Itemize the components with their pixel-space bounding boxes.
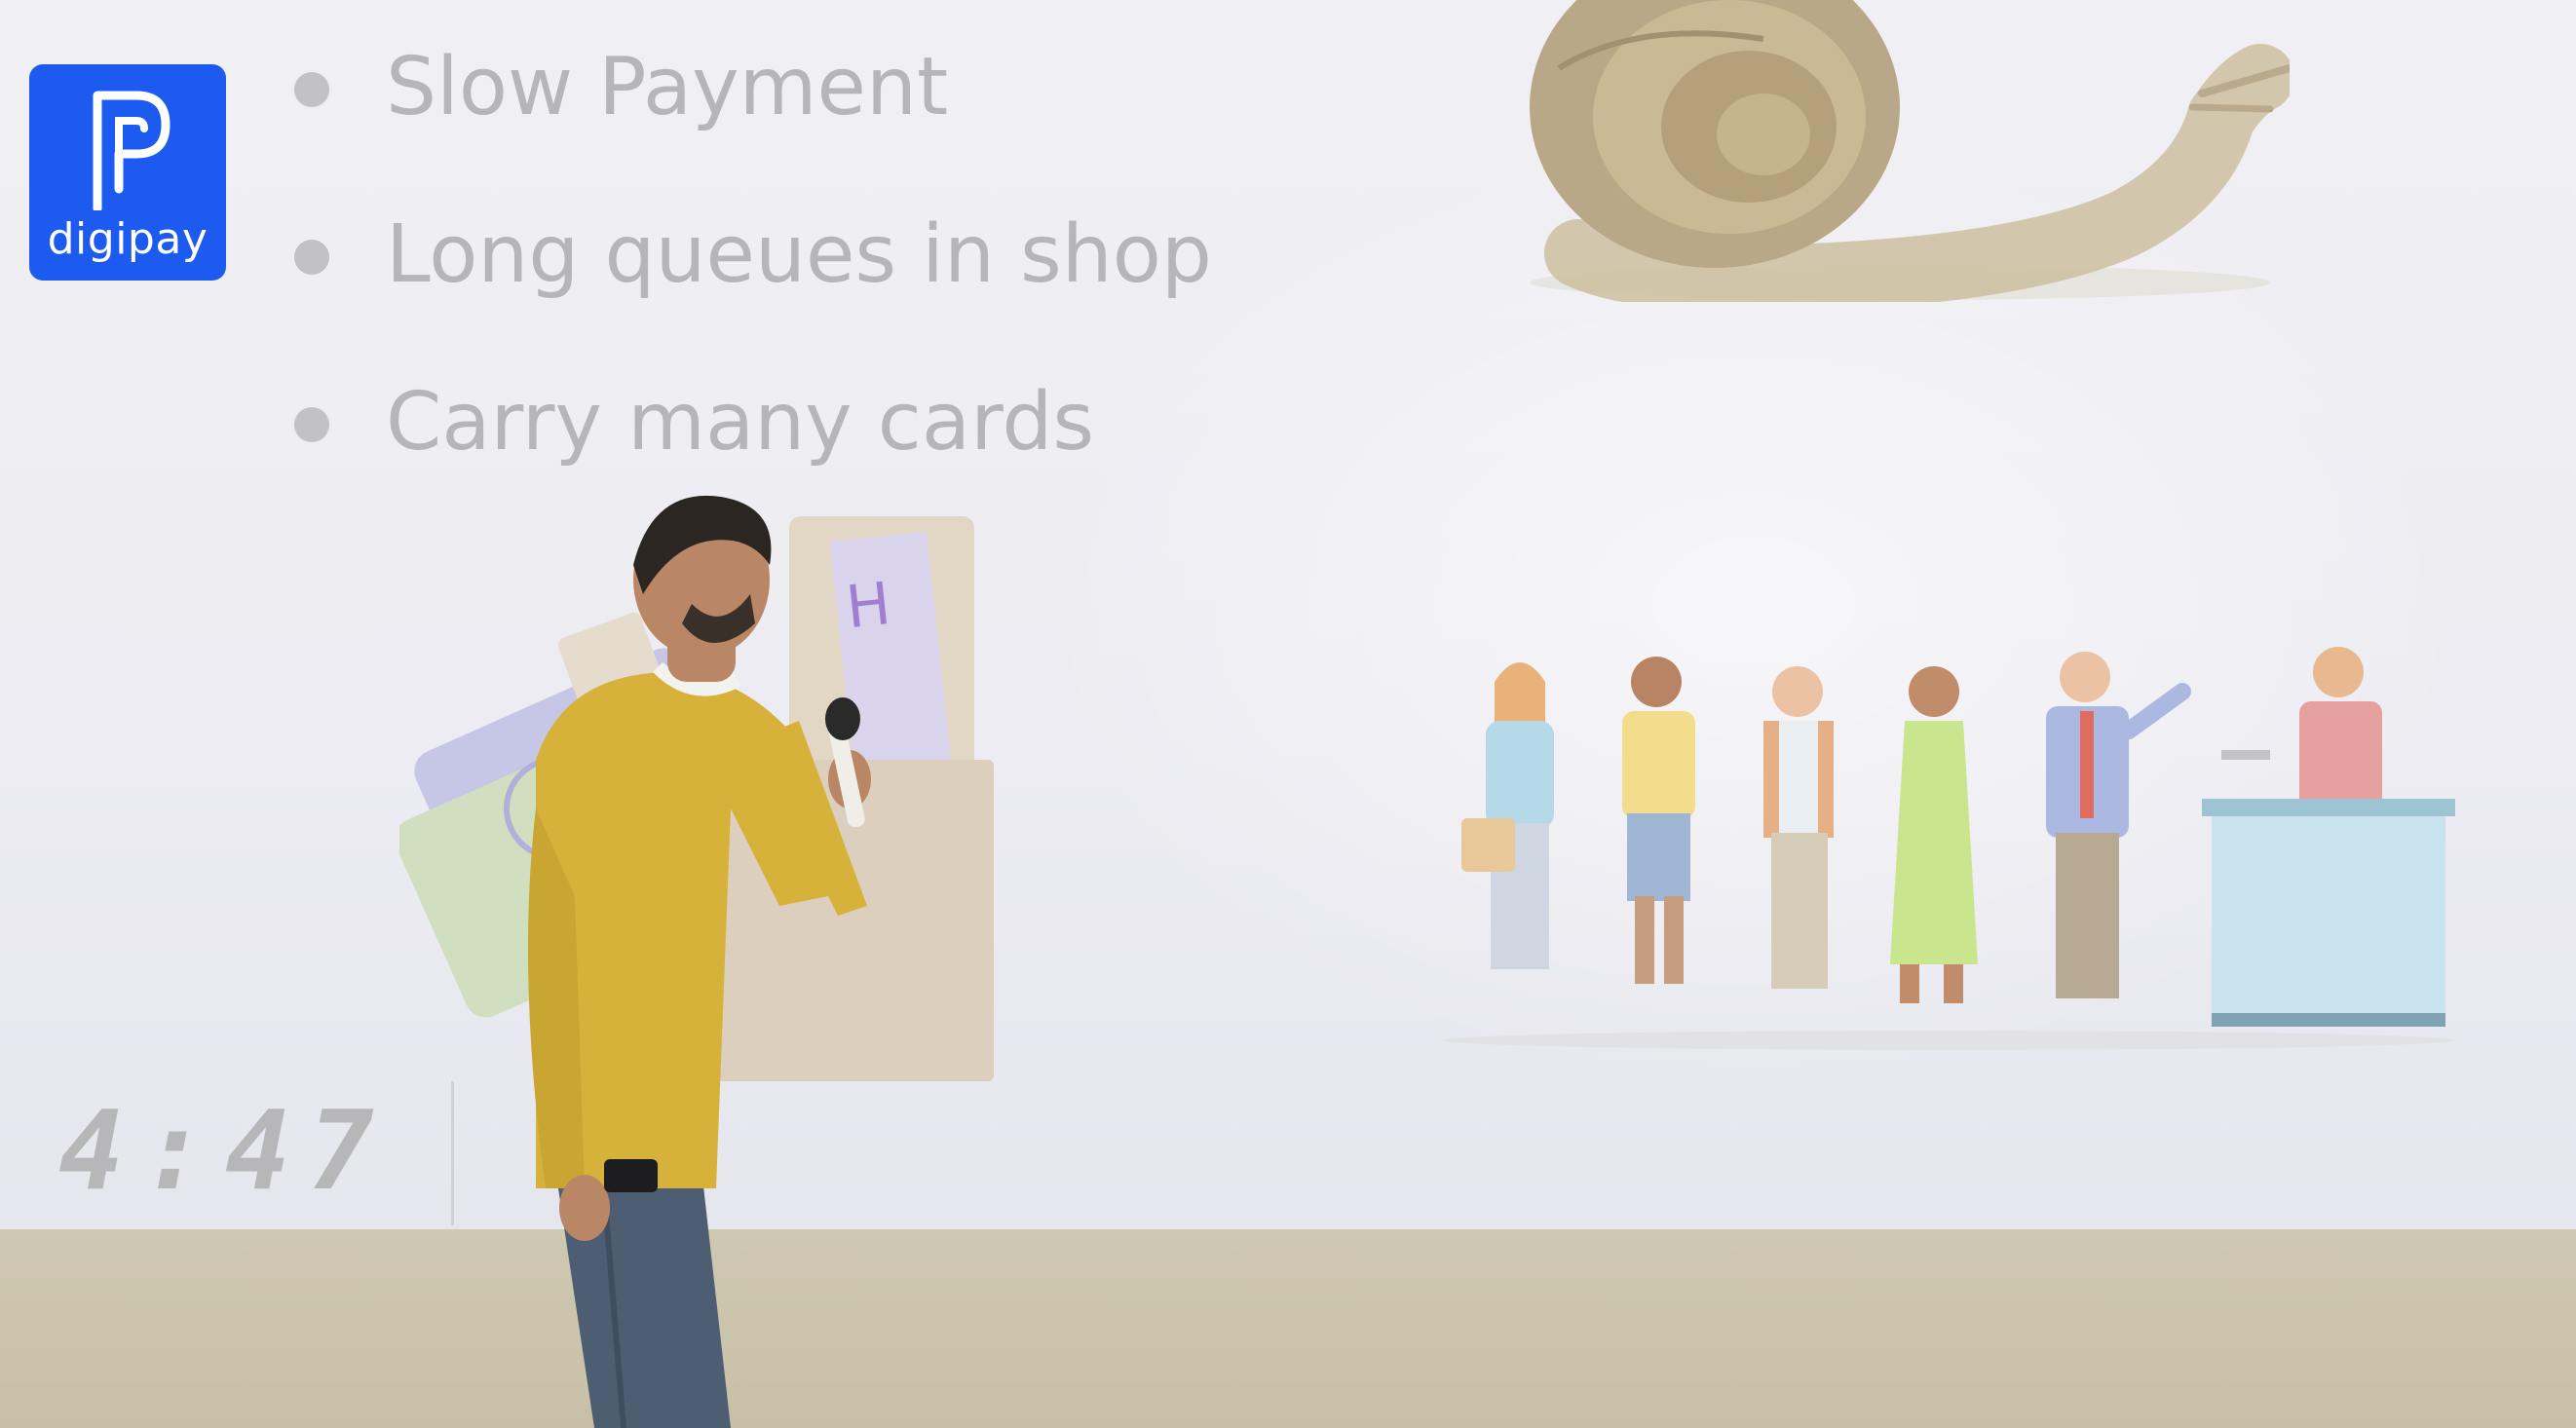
timer-text: 4:47 — [58, 1088, 392, 1215]
bullet-label: Carry many cards — [386, 376, 1095, 469]
digipay-logo-mark-icon — [93, 91, 170, 210]
digipay-logo: digipay — [29, 64, 226, 281]
bullet-item: Slow Payment — [288, 39, 1212, 207]
snail-illustration — [1530, 0, 2290, 302]
bullet-dot-icon — [294, 407, 329, 442]
bullet-dot-icon — [294, 240, 329, 275]
video-frame: digipay Slow Payment Long queues in shop… — [0, 0, 2576, 1428]
bullet-dot-icon — [294, 72, 329, 107]
digipay-logo-text: digipay — [47, 214, 208, 264]
presenter-figure — [528, 495, 871, 1428]
bullet-label: Slow Payment — [386, 41, 949, 133]
bullet-item: Long queues in shop — [288, 207, 1212, 374]
shop-queue-illustration — [1442, 647, 2455, 1050]
slide-bullet-list: Slow Payment Long queues in shop Carry m… — [288, 39, 1212, 542]
stage-wall — [0, 1229, 2576, 1428]
timer-divider — [451, 1081, 454, 1225]
slide-timer-graphic: 4:47 — [58, 1088, 392, 1215]
bullet-label: Long queues in shop — [386, 208, 1212, 301]
